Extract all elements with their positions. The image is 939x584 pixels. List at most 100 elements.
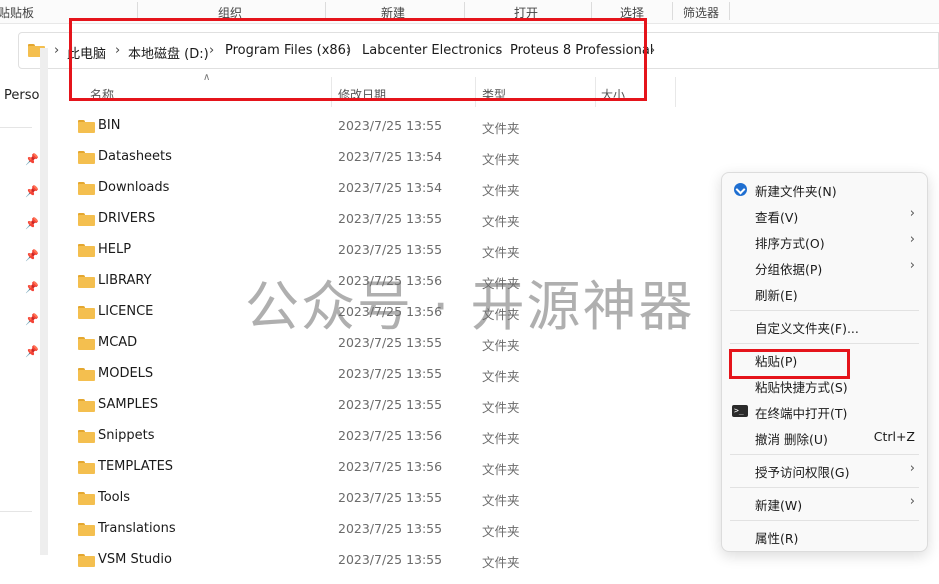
- file-modified: 2023/7/25 13:55: [338, 552, 443, 567]
- file-row[interactable]: Snippets 2023/7/25 13:56 文件夹: [70, 422, 670, 452]
- folder-icon: [78, 430, 95, 443]
- folder-icon: [78, 244, 95, 257]
- file-type: 文件夹: [482, 462, 520, 477]
- file-name: MODELS: [98, 366, 154, 381]
- menu-item-give-access[interactable]: 授予访问权限(G) ›: [722, 457, 927, 483]
- chevron-right-icon: ›: [909, 461, 915, 476]
- folder-icon: [78, 151, 95, 164]
- folder-icon: [78, 306, 95, 319]
- file-name: DRIVERS: [98, 211, 156, 226]
- pin-icon: 📌: [25, 153, 39, 166]
- column-divider[interactable]: [675, 77, 676, 107]
- folder-icon: [78, 337, 95, 350]
- chevron-right-icon: ›: [909, 206, 915, 221]
- menu-item-label: 刷新(E): [755, 288, 798, 303]
- file-row[interactable]: DRIVERS 2023/7/25 13:55 文件夹: [70, 205, 670, 235]
- pin-icon: 📌: [25, 217, 39, 230]
- file-name: Downloads: [98, 180, 170, 195]
- menu-item-view[interactable]: 查看(V) ›: [722, 202, 927, 228]
- file-type: 文件夹: [482, 369, 520, 384]
- file-row[interactable]: Datasheets 2023/7/25 13:54 文件夹: [70, 143, 670, 173]
- folder-icon: [78, 368, 95, 381]
- file-type: 文件夹: [482, 400, 520, 415]
- file-type: 文件夹: [482, 183, 520, 198]
- file-row[interactable]: Downloads 2023/7/25 13:54 文件夹: [70, 174, 670, 204]
- file-type: 文件夹: [482, 555, 520, 570]
- file-modified: 2023/7/25 13:54: [338, 149, 443, 164]
- file-name: LICENCE: [98, 304, 154, 319]
- file-type: 文件夹: [482, 431, 520, 446]
- chevron-right-icon[interactable]: ›: [54, 43, 59, 58]
- file-modified: 2023/7/25 13:56: [338, 428, 443, 443]
- file-modified: 2023/7/25 13:55: [338, 242, 443, 257]
- folder-icon: [78, 182, 95, 195]
- file-modified: 2023/7/25 13:54: [338, 180, 443, 195]
- menu-item-properties[interactable]: 属性(R): [722, 523, 927, 549]
- menu-item-label: 粘贴快捷方式(S): [755, 380, 848, 395]
- file-modified: 2023/7/25 13:56: [338, 459, 443, 474]
- sidebar-divider: [0, 511, 32, 512]
- new-folder-icon: [734, 183, 747, 196]
- file-type: 文件夹: [482, 524, 520, 539]
- file-row[interactable]: BIN 2023/7/25 13:55 文件夹: [70, 112, 670, 142]
- pin-icon: 📌: [25, 345, 39, 358]
- terminal-icon: >_: [732, 405, 748, 417]
- menu-item-new[interactable]: 新建(W) ›: [722, 490, 927, 516]
- menu-item-undo-delete[interactable]: 撤消 删除(U) Ctrl+Z: [722, 424, 927, 450]
- watermark-text: 公众号 · 开源神器: [245, 275, 695, 338]
- shortcut-label: Ctrl+Z: [873, 429, 915, 444]
- menu-item-group-by[interactable]: 分组依据(P) ›: [722, 254, 927, 280]
- folder-icon: [78, 492, 95, 505]
- menu-item-label: 新建(W): [755, 498, 803, 513]
- pin-icon: 📌: [25, 313, 39, 326]
- sidebar-divider: [0, 127, 32, 128]
- folder-icon: [78, 523, 95, 536]
- sidebar-scrollbar[interactable]: [40, 48, 48, 555]
- file-row[interactable]: TEMPLATES 2023/7/25 13:56 文件夹: [70, 453, 670, 483]
- menu-separator: [730, 454, 919, 455]
- pin-icon: 📌: [25, 185, 39, 198]
- menu-separator: [730, 520, 919, 521]
- menu-item-label: 新建文件夹(N): [755, 184, 837, 199]
- folder-icon: [78, 554, 95, 567]
- file-name: Translations: [98, 521, 176, 536]
- annotation-box-address: [69, 18, 647, 101]
- menu-item-new-folder[interactable]: 新建文件夹(N): [722, 176, 927, 202]
- folder-icon: [78, 461, 95, 474]
- ribbon-group-clipboard: 贴贴板: [0, 6, 35, 20]
- menu-item-label: 撤消 删除(U): [755, 432, 828, 447]
- menu-item-label: 排序方式(O): [755, 236, 825, 251]
- folder-icon: [78, 275, 95, 288]
- file-row[interactable]: Translations 2023/7/25 13:55 文件夹: [70, 515, 670, 545]
- file-type: 文件夹: [482, 152, 520, 167]
- menu-item-customize-folder[interactable]: 自定义文件夹(F)...: [722, 313, 927, 339]
- file-modified: 2023/7/25 13:55: [338, 490, 443, 505]
- file-row[interactable]: SAMPLES 2023/7/25 13:55 文件夹: [70, 391, 670, 421]
- chevron-right-icon: ›: [909, 494, 915, 509]
- ribbon-divider: [672, 2, 673, 20]
- file-name: Snippets: [98, 428, 155, 443]
- menu-item-label: 查看(V): [755, 210, 799, 225]
- pin-icon: 📌: [25, 249, 39, 262]
- chevron-right-icon[interactable]: ›: [650, 43, 655, 58]
- file-name: SAMPLES: [98, 397, 159, 412]
- chevron-right-icon: ›: [909, 232, 915, 247]
- menu-item-refresh[interactable]: 刷新(E): [722, 280, 927, 306]
- file-name: Tools: [98, 490, 131, 505]
- file-row[interactable]: MODELS 2023/7/25 13:55 文件夹: [70, 360, 670, 390]
- menu-item-label: 分组依据(P): [755, 262, 823, 277]
- file-name: BIN: [98, 118, 121, 133]
- pin-icon: 📌: [25, 281, 39, 294]
- menu-item-sort-by[interactable]: 排序方式(O) ›: [722, 228, 927, 254]
- menu-item-open-terminal[interactable]: >_ 在终端中打开(T): [722, 398, 927, 424]
- folder-icon: [78, 213, 95, 226]
- menu-item-label: 授予访问权限(G): [755, 465, 850, 480]
- file-row[interactable]: VSM Studio 2023/7/25 13:55 文件夹: [70, 546, 670, 576]
- sidebar-item-label[interactable]: Persor: [4, 88, 42, 103]
- file-type: 文件夹: [482, 245, 520, 260]
- file-row[interactable]: Tools 2023/7/25 13:55 文件夹: [70, 484, 670, 514]
- file-modified: 2023/7/25 13:55: [338, 397, 443, 412]
- menu-item-label: 属性(R): [755, 531, 799, 546]
- ribbon-group-filter: 筛选器: [683, 6, 720, 20]
- menu-separator: [730, 487, 919, 488]
